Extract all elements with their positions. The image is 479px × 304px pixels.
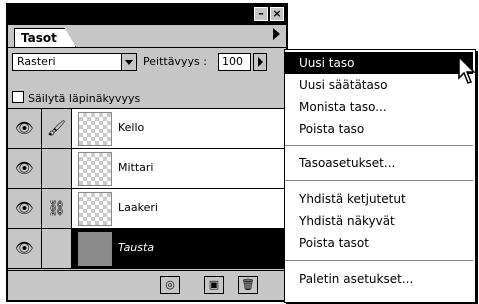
menu-divider <box>285 260 473 261</box>
menu-item-flatten[interactable]: Poista tasot <box>285 232 473 254</box>
layer-content[interactable]: Kello <box>72 109 286 148</box>
preserve-transparency-label: Säilytä läpinäkyvyys <box>28 92 141 105</box>
menu-item-new-layer[interactable]: Uusi taso <box>285 52 473 74</box>
layers-panel: – × Tasot Rasteri Peittävyys : 100 Säily… <box>6 3 288 302</box>
layer-options-row: Rasteri Peittävyys : 100 <box>8 48 286 86</box>
layer-row-active[interactable]: 👁 Tausta <box>8 229 286 269</box>
layer-list: 👁 🖌 Kello 👁 Mittari 👁 ⛓ Laakeri 👁 Tausta <box>8 108 286 270</box>
panel-titlebar[interactable]: – × <box>8 5 286 25</box>
checkbox-icon[interactable] <box>12 91 24 103</box>
brush-icon[interactable]: 🖌 <box>42 109 72 148</box>
menu-divider <box>285 145 473 146</box>
eye-icon[interactable]: 👁 <box>8 149 42 188</box>
layer-row[interactable]: 👁 ⛓ Laakeri <box>8 189 286 229</box>
layer-thumbnail <box>78 192 112 226</box>
layer-content[interactable]: Mittari <box>72 149 286 188</box>
link-slot[interactable] <box>42 149 72 188</box>
menu-item-merge-visible[interactable]: Yhdistä näkyvät <box>285 210 473 232</box>
panel-menu: Uusi taso Uusi säätätaso Monista taso...… <box>284 49 476 303</box>
close-icon[interactable]: × <box>270 7 284 21</box>
menu-item-new-adjustment-layer[interactable]: Uusi säätätaso <box>285 74 473 96</box>
preserve-transparency-checkbox[interactable]: Säilytä läpinäkyvyys <box>12 91 140 105</box>
menu-item-merge-linked[interactable]: Yhdistä ketjutetut <box>285 188 473 210</box>
eye-icon[interactable]: 👁 <box>8 189 42 228</box>
layer-thumbnail <box>78 232 112 266</box>
layer-row[interactable]: 👁 🖌 Kello <box>8 109 286 149</box>
tab-layers[interactable]: Tasot <box>14 28 76 47</box>
layer-content[interactable]: Tausta <box>72 229 286 268</box>
layer-name: Laakeri <box>118 201 158 214</box>
menu-item-delete-layer[interactable]: Poista taso <box>285 118 473 140</box>
layer-name: Tausta <box>118 241 155 254</box>
minimize-icon[interactable]: – <box>254 7 268 21</box>
menu-item-layer-options[interactable]: Tasoasetukset... <box>285 152 473 174</box>
eye-icon[interactable]: 👁 <box>8 109 42 148</box>
layer-row[interactable]: 👁 Mittari <box>8 149 286 189</box>
panel-menu-arrow-icon[interactable] <box>273 28 280 40</box>
trash-icon[interactable]: 🗑 <box>238 276 258 294</box>
chevron-down-icon[interactable] <box>121 54 136 70</box>
layer-thumbnail <box>78 152 112 186</box>
chain-link-icon[interactable]: ⛓ <box>42 189 72 228</box>
blend-mode-value: Rasteri <box>17 55 56 68</box>
link-slot[interactable] <box>42 229 72 268</box>
new-layer-icon[interactable]: ▣ <box>204 276 224 294</box>
tab-row: Tasot <box>8 25 286 48</box>
opacity-label: Peittävyys : <box>143 55 207 68</box>
menu-divider <box>285 180 473 181</box>
menu-item-palette-options[interactable]: Paletin asetukset... <box>285 268 473 290</box>
opacity-input[interactable]: 100 <box>218 53 251 71</box>
arrow-cursor-icon <box>458 56 476 84</box>
add-mask-icon[interactable]: ◎ <box>160 276 180 294</box>
blend-mode-select[interactable]: Rasteri <box>12 53 137 71</box>
layer-thumbnail <box>78 112 112 146</box>
opacity-slider-arrow-icon[interactable] <box>253 53 267 71</box>
layer-name: Kello <box>118 121 145 134</box>
layer-name: Mittari <box>118 161 154 174</box>
eye-icon[interactable]: 👁 <box>8 229 42 268</box>
menu-item-duplicate-layer[interactable]: Monista taso... <box>285 96 473 118</box>
panel-footer: ◎ ▣ 🗑 <box>8 270 286 301</box>
layer-content[interactable]: Laakeri <box>72 189 286 228</box>
